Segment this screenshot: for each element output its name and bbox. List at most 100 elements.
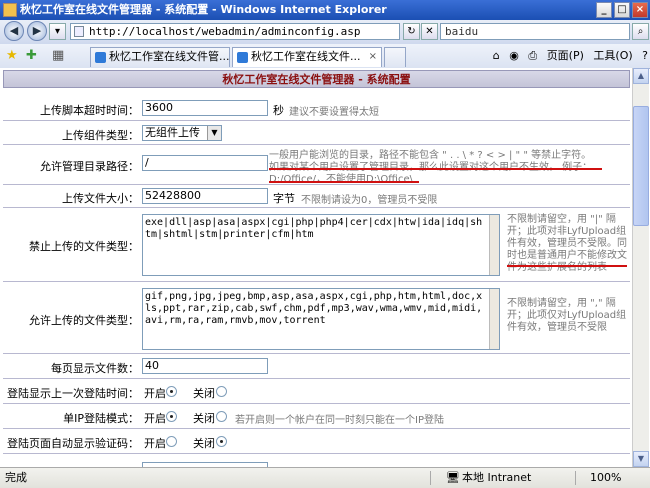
tab-label: 秋忆工作室在线文件... — [251, 50, 361, 63]
allow-row: 允许上传的文件类型： gif,png,jpg,jpeg,bmp,asp,asa,… — [3, 282, 630, 354]
captcha-row: 登陆页面自动显示验证码： 开启 关闭 — [3, 429, 630, 454]
new-tab-button[interactable] — [384, 47, 406, 67]
timeout-input[interactable]: 3600 — [142, 100, 268, 116]
history-dropdown-button[interactable]: ▾ — [49, 23, 66, 40]
tab-1[interactable]: 秋忆工作室在线文件管... — [90, 47, 230, 67]
textarea-scrollbar[interactable] — [489, 215, 499, 275]
forbid-textarea[interactable]: exe|dll|asp|asa|aspx|cgi|php|php4|cer|cd… — [142, 214, 500, 276]
lastlogin-off-label: 关闭 — [193, 387, 215, 400]
red-underline — [269, 168, 602, 170]
help-icon[interactable]: ? — [642, 49, 648, 62]
scroll-up-icon[interactable]: ▲ — [633, 68, 649, 84]
timeout-hint: 建议不要设置得太短 — [289, 107, 379, 118]
red-underline — [269, 181, 419, 183]
component-select[interactable]: 无组件上传类 ▼ — [142, 125, 222, 141]
close-button[interactable]: × — [632, 2, 648, 18]
page-menu[interactable]: 页面(P) — [547, 49, 584, 62]
singleip-label: 单IP登陆模式： — [63, 412, 139, 425]
scroll-thumb[interactable] — [633, 106, 649, 226]
page-content: 秋忆工作室在线文件管理器 - 系统配置 上传脚本超时时间： 3600 秒 建议不… — [0, 68, 632, 467]
page-scrollbar[interactable]: ▲ ▼ — [632, 68, 649, 467]
allow-textarea[interactable]: gif,png,jpg,jpeg,bmp,asp,asa,aspx,cgi,ph… — [142, 288, 500, 350]
status-divider — [575, 471, 576, 485]
captcha-on-radio[interactable] — [166, 436, 177, 447]
scroll-down-icon[interactable]: ▼ — [633, 451, 649, 467]
tab-bar: ★ ✚ ▦ 秋忆工作室在线文件管... 秋忆工作室在线文件... × ⌂ ◉ ⎙… — [0, 44, 650, 69]
stop-button[interactable]: ✕ — [421, 23, 438, 40]
intranet-icon: 🖥 — [446, 471, 460, 484]
captcha-label: 登陆页面自动显示验证码： — [7, 437, 139, 450]
allow-hint: 不限制请留空，用 "," 隔开；此项仅对LyfUpload组件有效，管理员不受限 — [507, 298, 627, 333]
window-title: 秋忆工作室在线文件管理器 - 系统配置 - Windows Internet E… — [20, 3, 387, 16]
chevron-down-icon: ▼ — [207, 126, 221, 140]
size-label: 上传文件大小： — [62, 192, 139, 205]
home-icon[interactable]: ⌂ — [493, 49, 500, 62]
status-bar: 完成 🖥 本地 Intranet 100% — [0, 467, 650, 488]
tab-2[interactable]: 秋忆工作室在线文件... × — [232, 47, 382, 67]
search-text: baidu — [445, 25, 479, 38]
red-underline — [507, 265, 627, 267]
address-bar[interactable]: http://localhost/webadmin/adminconfig.as… — [70, 23, 400, 40]
forbid-row: 禁止上传的文件类型： exe|dll|asp|asa|aspx|cgi|php|… — [3, 208, 630, 282]
search-input[interactable]: baidu — [440, 23, 630, 40]
captcha-off-radio[interactable] — [216, 436, 227, 447]
navigation-bar: ◀ ▶ ▾ http://localhost/webadmin/admincon… — [0, 20, 650, 45]
dir-label: 允许管理目录路径： — [40, 160, 139, 173]
timeout-label: 上传脚本超时时间： — [40, 104, 139, 117]
page-header: 秋忆工作室在线文件管理器 - 系统配置 — [3, 70, 630, 88]
add-favorite-icon[interactable]: ✚ — [26, 48, 37, 64]
size-hint: 不限制请设为0，管理员不受限 — [301, 195, 438, 206]
perpage-row: 每页显示文件数： 40 — [3, 354, 630, 379]
singleip-hint: 若开启则一个帐户在同一时刻只能在一个IP登陆 — [235, 415, 444, 426]
window-titlebar: 秋忆工作室在线文件管理器 - 系统配置 - Windows Internet E… — [0, 0, 650, 20]
command-bar: ⌂ ◉ ⎙ 页面(P) 工具(O) ? — [487, 47, 648, 65]
print-icon[interactable]: ⎙ — [528, 49, 537, 62]
search-icon[interactable]: ⌕ — [632, 23, 649, 40]
forbid-value: exe|dll|asp|asa|aspx|cgi|php|php4|cer|cd… — [145, 217, 483, 240]
favorites-star-icon[interactable]: ★ — [6, 48, 18, 64]
dir-input[interactable]: / — [142, 155, 268, 171]
size-input[interactable]: 52428800 — [142, 188, 268, 204]
lastlogin-off-radio[interactable] — [216, 386, 227, 397]
refresh-button[interactable]: ↻ — [403, 23, 420, 40]
perpage-label: 每页显示文件数： — [51, 362, 139, 375]
dir-row: 允许管理目录路径： / 一般用户能浏览的目录，路径不能包含 " . . \ * … — [3, 145, 630, 185]
singleip-on-label: 开启 — [144, 412, 166, 425]
lastlogin-on-radio[interactable] — [166, 386, 177, 397]
feeds-icon[interactable]: ◉ — [509, 49, 519, 62]
singleip-off-radio[interactable] — [216, 411, 227, 422]
zoom-level[interactable]: 100% — [590, 468, 621, 488]
singleip-on-radio[interactable] — [166, 411, 177, 422]
maximize-button[interactable]: □ — [614, 2, 630, 18]
singleip-row: 单IP登陆模式： 开启 关闭 若开启则一个帐户在同一时刻只能在一个IP登陆 — [3, 404, 630, 429]
forbid-label: 禁止上传的文件类型： — [29, 240, 139, 253]
lastlogin-on-label: 开启 — [144, 387, 166, 400]
forward-button[interactable]: ▶ — [27, 21, 47, 41]
minimize-button[interactable]: _ — [596, 2, 612, 18]
tools-menu[interactable]: 工具(O) — [593, 49, 632, 62]
textarea-scrollbar[interactable] — [489, 289, 499, 349]
captcha-on-label: 开启 — [144, 437, 166, 450]
partial-row — [3, 454, 630, 467]
allow-label: 允许上传的文件类型： — [29, 314, 139, 327]
address-text: http://localhost/webadmin/adminconfig.as… — [89, 25, 361, 38]
tab-page-icon — [237, 52, 248, 63]
allow-value: gif,png,jpg,jpeg,bmp,asp,asa,aspx,cgi,ph… — [145, 291, 483, 326]
component-row: 上传组件类型： 无组件上传类 ▼ — [3, 121, 630, 145]
component-label: 上传组件类型： — [62, 129, 139, 142]
tab-label: 秋忆工作室在线文件管... — [109, 50, 230, 63]
perpage-input[interactable]: 40 — [142, 358, 268, 374]
lastlogin-row: 登陆显示上一次登陆时间： 开启 关闭 — [3, 379, 630, 404]
page-icon — [74, 26, 84, 37]
quick-tabs-icon[interactable]: ▦ — [52, 48, 64, 64]
component-value: 无组件上传类 — [145, 126, 200, 139]
status-divider — [430, 471, 431, 485]
captcha-off-label: 关闭 — [193, 437, 215, 450]
tab-close-icon[interactable]: × — [369, 48, 377, 66]
timeout-row: 上传脚本超时时间： 3600 秒 建议不要设置得太短 — [3, 96, 630, 121]
lastlogin-label: 登陆显示上一次登陆时间： — [7, 387, 139, 400]
back-button[interactable]: ◀ — [4, 21, 24, 41]
size-row: 上传文件大小： 52428800 字节 不限制请设为0，管理员不受限 — [3, 185, 630, 208]
security-zone: 本地 Intranet — [462, 471, 532, 484]
singleip-off-label: 关闭 — [193, 412, 215, 425]
